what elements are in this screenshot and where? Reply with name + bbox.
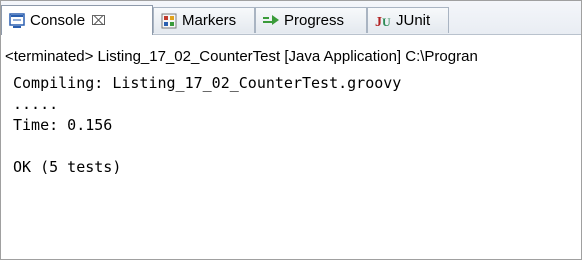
tab-junit[interactable]: J U JUnit: [367, 7, 449, 33]
console-icon: [8, 12, 26, 30]
tab-markers[interactable]: Markers: [153, 7, 255, 33]
progress-icon: [262, 12, 280, 30]
output-line: .....: [13, 95, 59, 113]
console-output[interactable]: Compiling: Listing_17_02_CounterTest.gro…: [1, 69, 581, 257]
output-line: Compiling: Listing_17_02_CounterTest.gro…: [13, 74, 402, 92]
junit-icon: J U: [374, 12, 392, 30]
console-description: <terminated> Listing_17_02_CounterTest […: [1, 47, 581, 67]
close-icon[interactable]: ⌧: [91, 13, 106, 29]
svg-text:U: U: [382, 15, 391, 29]
console-view: Console ⌧ Markers Progress J U JUnit <te…: [0, 0, 582, 260]
output-line: OK (5 tests): [13, 158, 122, 176]
tab-console[interactable]: Console ⌧: [1, 5, 153, 35]
tab-progress-label: Progress: [284, 12, 345, 29]
output-line: Time: 0.156: [13, 116, 113, 134]
tab-junit-label: JUnit: [396, 12, 431, 29]
tab-bar: Console ⌧ Markers Progress J U JUnit: [1, 1, 581, 35]
svg-text:J: J: [375, 15, 382, 30]
tab-console-label: Console: [30, 12, 86, 29]
tab-progress[interactable]: Progress: [255, 7, 367, 33]
tab-markers-label: Markers: [182, 12, 237, 29]
markers-icon: [160, 12, 178, 30]
